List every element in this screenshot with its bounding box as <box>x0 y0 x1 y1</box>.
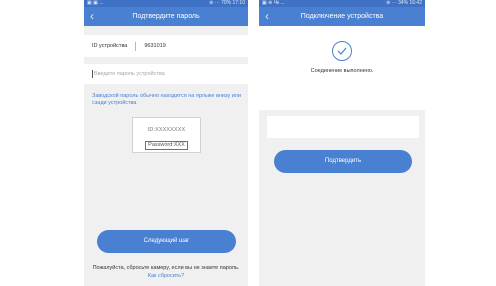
text-cursor <box>92 70 93 78</box>
back-arrow-icon[interactable]: ‹ <box>90 9 102 23</box>
how-to-reset-link[interactable]: Как сбросить? <box>148 273 184 279</box>
back-arrow-icon[interactable]: ‹ <box>265 9 277 23</box>
success-message: Соединение выполнено. <box>310 68 374 74</box>
left-screen: ▣ ▣ ... ⊛ ⋯ 70% 17:10 ‹ Подтвердите паро… <box>84 0 248 286</box>
device-label-illustration: ID:XXXXXXXX Password:XXX <box>132 117 201 153</box>
confirm-button[interactable]: Подтвердить <box>274 150 412 173</box>
status-bar: ▣ ▣ ... ⊛ ⋯ 70% 17:10 <box>84 0 248 7</box>
reset-note: Пожалуйста, сбросьте камеру, если вы не … <box>90 264 242 280</box>
password-hint: Заводской пароль обычно находится на ярл… <box>92 93 242 106</box>
checkmark-icon <box>337 47 347 55</box>
reset-note-text: Пожалуйста, сбросьте камеру, если вы не … <box>92 265 240 271</box>
status-bar-right: ⊛ ⋯ 70% 17:10 <box>209 0 245 6</box>
title-bar: ‹ Подтвердите пароль <box>84 7 248 26</box>
page-title: Подключение устройства <box>300 13 384 20</box>
password-field-container <box>84 64 248 84</box>
status-bar: ▣ ⊛ Чк ... ⊛ ⋯ 34% 16:42 <box>259 0 425 7</box>
label-password-text: Password:XXX <box>145 141 188 150</box>
device-id-value: 9631019 <box>144 43 166 49</box>
device-id-row: ID устройства 9631019 <box>84 35 248 57</box>
status-bar-left: ▣ ▣ ... <box>87 0 104 6</box>
device-id-label: ID устройства <box>92 43 128 49</box>
divider <box>135 41 137 51</box>
check-circle-icon <box>332 41 352 61</box>
password-input[interactable] <box>94 71 234 77</box>
right-screen: ▣ ⊛ Чк ... ⊛ ⋯ 34% 16:42 ‹ Подключение у… <box>259 0 425 286</box>
title-bar: ‹ Подключение устройства <box>259 7 425 26</box>
status-bar-left: ▣ ⊛ Чк ... <box>262 0 285 6</box>
success-panel: Соединение выполнено. <box>259 26 425 110</box>
device-name-input[interactable] <box>267 116 419 138</box>
label-id-text: ID:XXXXXXXX <box>147 127 186 133</box>
next-step-button[interactable]: Следующий шаг <box>97 230 236 253</box>
status-bar-right: ⊛ ⋯ 34% 16:42 <box>386 0 422 6</box>
page-title: Подтвердите пароль <box>132 13 200 20</box>
